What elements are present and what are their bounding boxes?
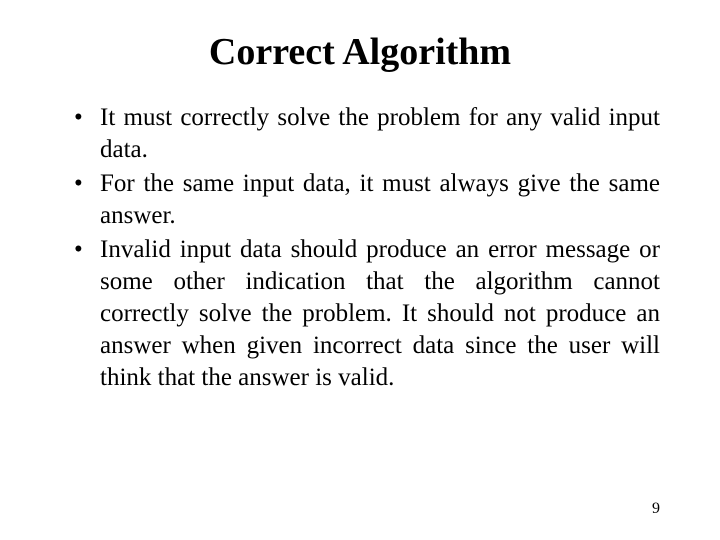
slide-title: Correct Algorithm <box>60 30 660 74</box>
page-number: 9 <box>652 500 660 518</box>
list-item: It must correctly solve the problem for … <box>70 102 660 166</box>
bullet-list: It must correctly solve the problem for … <box>60 102 660 394</box>
list-item: For the same input data, it must always … <box>70 168 660 232</box>
list-item: Invalid input data should produce an err… <box>70 234 660 394</box>
